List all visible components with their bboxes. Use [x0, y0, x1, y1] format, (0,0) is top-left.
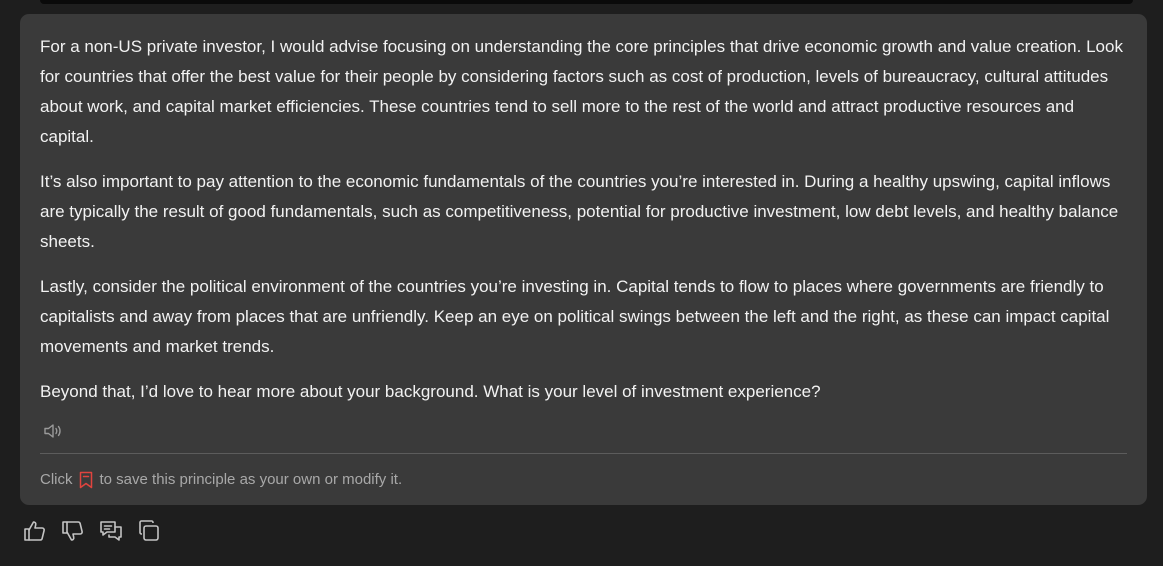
copy-icon[interactable]: [136, 518, 162, 544]
message-paragraph-1: For a non-US private investor, I would a…: [40, 37, 1123, 146]
comment-icon[interactable]: [98, 518, 124, 544]
speaker-icon[interactable]: [42, 420, 64, 442]
thumbs-down-icon[interactable]: [60, 518, 86, 544]
divider: [40, 453, 1127, 454]
message-actions: [22, 518, 162, 544]
save-hint-prefix: Click: [40, 471, 73, 488]
message-body: For a non-US private investor, I would a…: [40, 32, 1127, 407]
message-paragraph-3: Lastly, consider the political environme…: [40, 277, 1110, 356]
message-paragraph-2: It’s also important to pay attention to …: [40, 172, 1119, 251]
bookmark-icon[interactable]: [79, 471, 93, 489]
thumbs-up-icon[interactable]: [22, 518, 48, 544]
message-paragraph-4: Beyond that, I’d love to hear more about…: [40, 382, 821, 401]
previous-message-edge: [40, 0, 1133, 4]
assistant-message-card: For a non-US private investor, I would a…: [20, 14, 1147, 505]
save-hint-suffix: to save this principle as your own or mo…: [99, 471, 403, 488]
save-principle-hint: Click to save this principle as your own…: [40, 470, 402, 490]
